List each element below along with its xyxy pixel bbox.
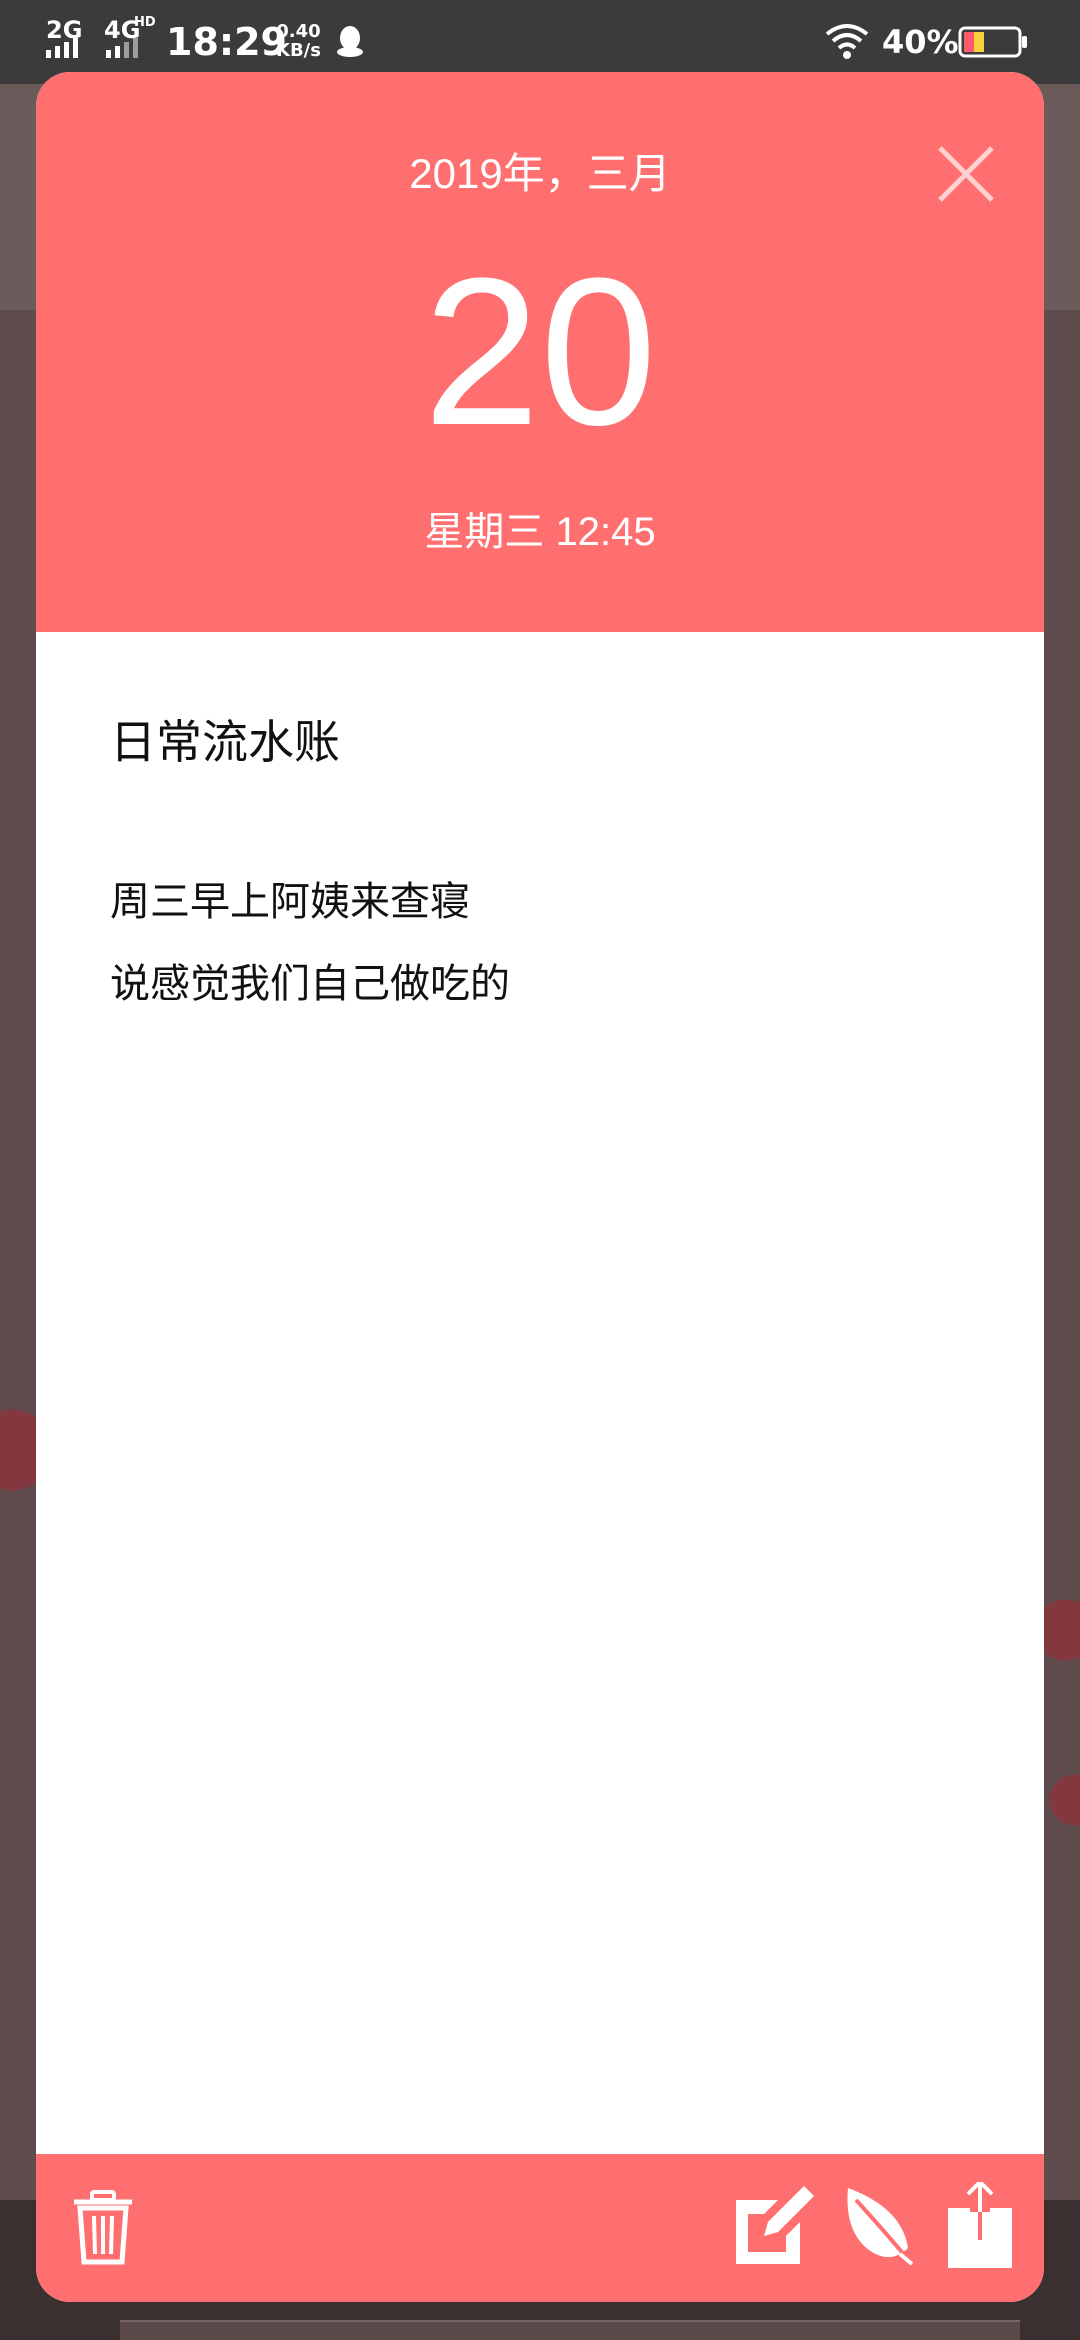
network-speed: 0.40 KB/s — [276, 22, 321, 60]
close-icon[interactable] — [926, 134, 1006, 214]
leaf-icon[interactable] — [842, 2184, 914, 2266]
sim2-hd-badge: HD — [134, 15, 156, 30]
trash-icon[interactable] — [70, 2190, 136, 2266]
edit-icon[interactable] — [734, 2184, 816, 2266]
sim2-signal-icon — [106, 38, 138, 58]
background-bottom-bar — [120, 2320, 1020, 2340]
note-toolbar — [36, 2154, 1044, 2302]
note-detail-card: 2019年，三月 20 星期三 12:45 日常流水账 周三早上阿姨来查寝 说感… — [36, 72, 1044, 2302]
year-month-label: 2019年，三月 — [409, 150, 671, 197]
note-line: 说感觉我们自己做吃的 — [110, 961, 510, 1007]
weekday-time-label: 星期三 12:45 — [424, 510, 656, 554]
clock: 18:29 — [166, 20, 287, 64]
network-speed-unit: KB/s — [276, 40, 321, 61]
note-title: 日常流水账 — [110, 715, 340, 769]
date-header: 2019年，三月 20 星期三 12:45 — [36, 72, 1044, 632]
note-line: 周三早上阿姨来查寝 — [110, 879, 470, 925]
day-number: 20 — [423, 234, 657, 469]
battery-icon — [958, 26, 1027, 58]
network-speed-value: 0.40 — [276, 21, 321, 42]
qq-penguin-icon — [337, 26, 363, 57]
note-content[interactable]: 日常流水账 周三早上阿姨来查寝 说感觉我们自己做吃的 — [36, 632, 1044, 2222]
battery-percentage: 40% — [882, 23, 959, 61]
share-icon[interactable] — [948, 2182, 1012, 2268]
wifi-icon — [825, 24, 869, 59]
sim1-signal-icon — [46, 38, 78, 58]
